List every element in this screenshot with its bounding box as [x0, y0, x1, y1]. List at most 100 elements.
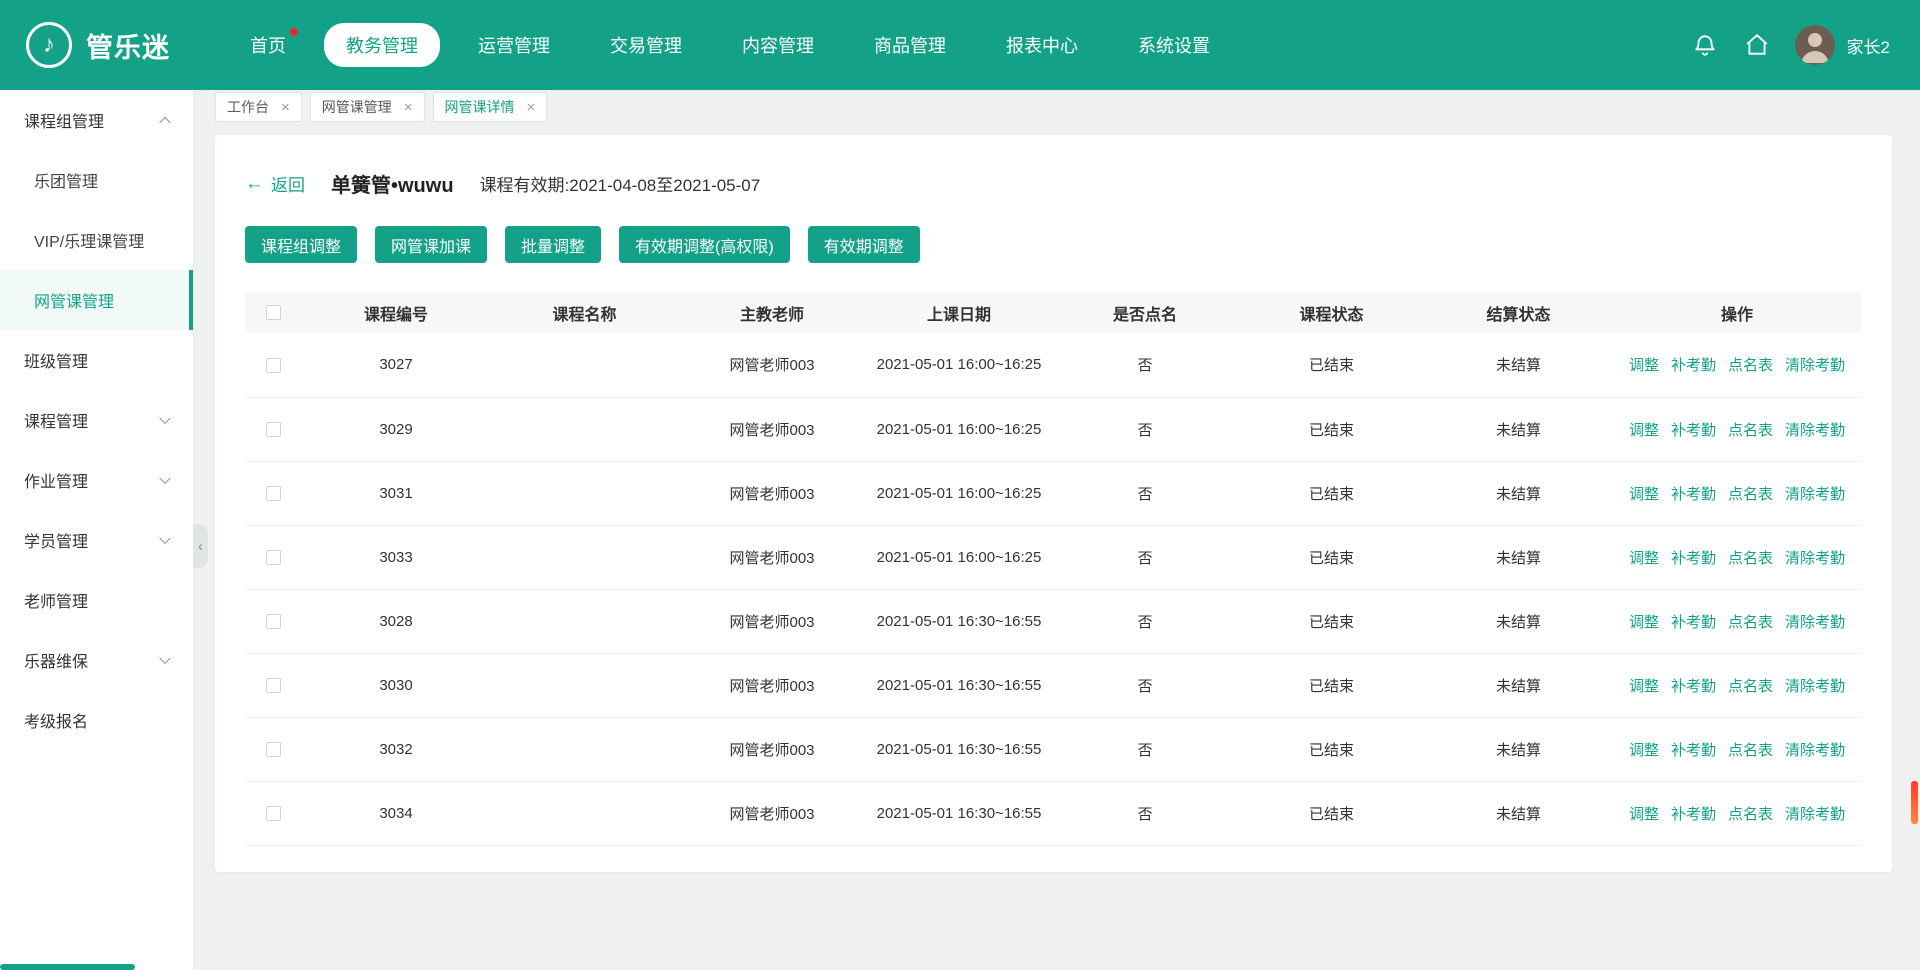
sidebar-item[interactable]: 乐团管理	[0, 150, 193, 210]
cell-teacher: 网管老师003	[678, 589, 866, 653]
select-all-checkbox[interactable]	[266, 305, 281, 320]
row-checkbox[interactable]	[266, 806, 281, 821]
row-action-clear-attendance[interactable]: 清除考勤	[1785, 550, 1845, 567]
row-action-clear-attendance[interactable]: 清除考勤	[1785, 486, 1845, 503]
row-action-makeup-attendance[interactable]: 补考勤	[1671, 357, 1716, 374]
sidebar-item-label: 网管课管理	[34, 288, 114, 312]
row-action-clear-attendance[interactable]: 清除考勤	[1785, 422, 1845, 439]
nav-item[interactable]: 内容管理	[720, 23, 836, 67]
row-checkbox[interactable]	[266, 550, 281, 565]
row-checkbox[interactable]	[266, 614, 281, 629]
row-checkbox-cell	[245, 461, 301, 525]
horizontal-scrollbar-thumb[interactable]	[0, 964, 135, 970]
sidebar-item[interactable]: 老师管理	[0, 570, 193, 630]
row-action-makeup-attendance[interactable]: 补考勤	[1671, 742, 1716, 759]
table-row: 3031网管老师0032021-05-01 16:00~16:25否已结束未结算…	[245, 461, 1862, 525]
back-button[interactable]: ←返回	[245, 171, 305, 196]
username[interactable]: 家长2	[1847, 33, 1890, 58]
sidebar-item[interactable]: 网管课管理	[0, 270, 193, 330]
tab[interactable]: 网管课管理×	[310, 92, 425, 122]
row-actions-cell: 调整补考勤点名表清除考勤	[1612, 589, 1862, 653]
row-action-roll-sheet[interactable]: 点名表	[1728, 486, 1773, 503]
tab-close-icon[interactable]: ×	[281, 100, 290, 115]
cell-teacher: 网管老师003	[678, 717, 866, 781]
row-checkbox[interactable]	[266, 422, 281, 437]
row-action-adjust[interactable]: 调整	[1629, 550, 1659, 567]
toolbar-button[interactable]: 批量调整	[505, 226, 601, 263]
sidebar-item[interactable]: 学员管理	[0, 510, 193, 570]
row-checkbox-cell	[245, 589, 301, 653]
cell-course-name	[491, 461, 678, 525]
vertical-scrollbar-thumb[interactable]	[1911, 781, 1918, 824]
row-action-makeup-attendance[interactable]: 补考勤	[1671, 486, 1716, 503]
cell-class-date: 2021-05-01 16:30~16:55	[866, 589, 1052, 653]
sidebar-item-label: 作业管理	[24, 468, 88, 492]
cell-course-status: 已结束	[1238, 589, 1425, 653]
nav-item[interactable]: 商品管理	[852, 23, 968, 67]
sidebar-item[interactable]: 班级管理	[0, 330, 193, 390]
column-header: 主教老师	[678, 293, 866, 333]
row-action-adjust[interactable]: 调整	[1629, 742, 1659, 759]
collapse-arrow-icon: ‹	[198, 538, 203, 555]
cell-teacher: 网管老师003	[678, 525, 866, 589]
row-action-adjust[interactable]: 调整	[1629, 422, 1659, 439]
chevron-icon	[159, 413, 170, 424]
nav-item[interactable]: 报表中心	[984, 23, 1100, 67]
sidebar-item[interactable]: 作业管理	[0, 450, 193, 510]
sidebar-item[interactable]: 课程组管理	[0, 90, 193, 150]
row-action-makeup-attendance[interactable]: 补考勤	[1671, 678, 1716, 695]
nav-item[interactable]: 系统设置	[1116, 23, 1232, 67]
row-action-clear-attendance[interactable]: 清除考勤	[1785, 678, 1845, 695]
row-checkbox[interactable]	[266, 358, 281, 373]
row-action-makeup-attendance[interactable]: 补考勤	[1671, 614, 1716, 631]
row-action-makeup-attendance[interactable]: 补考勤	[1671, 550, 1716, 567]
toolbar-button[interactable]: 网管课加课	[375, 226, 487, 263]
logo[interactable]: ♪ 管乐迷	[26, 22, 170, 68]
row-action-roll-sheet[interactable]: 点名表	[1728, 678, 1773, 695]
row-actions-cell: 调整补考勤点名表清除考勤	[1612, 717, 1862, 781]
tab-close-icon[interactable]: ×	[404, 100, 413, 115]
row-checkbox[interactable]	[266, 742, 281, 757]
toolbar-button[interactable]: 有效期调整(高权限)	[619, 226, 790, 263]
bell-icon[interactable]	[1691, 31, 1719, 59]
sidebar-item[interactable]: 课程管理	[0, 390, 193, 450]
row-action-makeup-attendance[interactable]: 补考勤	[1671, 422, 1716, 439]
row-action-adjust[interactable]: 调整	[1629, 614, 1659, 631]
sidebar-item[interactable]: VIP/乐理课管理	[0, 210, 193, 270]
row-action-clear-attendance[interactable]: 清除考勤	[1785, 357, 1845, 374]
cell-settlement-status: 未结算	[1425, 397, 1612, 461]
cell-course-status: 已结束	[1238, 333, 1425, 397]
nav-item[interactable]: 教务管理	[324, 23, 440, 67]
row-action-roll-sheet[interactable]: 点名表	[1728, 550, 1773, 567]
row-action-makeup-attendance[interactable]: 补考勤	[1671, 806, 1716, 823]
row-action-roll-sheet[interactable]: 点名表	[1728, 422, 1773, 439]
row-action-clear-attendance[interactable]: 清除考勤	[1785, 614, 1845, 631]
row-action-adjust[interactable]: 调整	[1629, 486, 1659, 503]
row-action-clear-attendance[interactable]: 清除考勤	[1785, 742, 1845, 759]
row-action-adjust[interactable]: 调整	[1629, 357, 1659, 374]
avatar[interactable]	[1795, 25, 1835, 65]
sidebar-item[interactable]: 考级报名	[0, 690, 193, 750]
row-checkbox-cell	[245, 397, 301, 461]
nav-item[interactable]: 交易管理	[588, 23, 704, 67]
toolbar-button[interactable]: 有效期调整	[808, 226, 920, 263]
cell-roll-called: 否	[1052, 397, 1238, 461]
row-action-roll-sheet[interactable]: 点名表	[1728, 614, 1773, 631]
sidebar-collapse-handle[interactable]: ‹	[193, 524, 208, 568]
row-action-roll-sheet[interactable]: 点名表	[1728, 742, 1773, 759]
row-action-roll-sheet[interactable]: 点名表	[1728, 357, 1773, 374]
row-action-adjust[interactable]: 调整	[1629, 806, 1659, 823]
nav-item[interactable]: 运营管理	[456, 23, 572, 67]
row-action-clear-attendance[interactable]: 清除考勤	[1785, 806, 1845, 823]
row-action-adjust[interactable]: 调整	[1629, 678, 1659, 695]
tab[interactable]: 工作台×	[215, 92, 302, 122]
row-checkbox[interactable]	[266, 486, 281, 501]
sidebar-item[interactable]: 乐器维保	[0, 630, 193, 690]
row-checkbox[interactable]	[266, 678, 281, 693]
tab-close-icon[interactable]: ×	[527, 100, 536, 115]
toolbar-button[interactable]: 课程组调整	[245, 226, 357, 263]
row-action-roll-sheet[interactable]: 点名表	[1728, 806, 1773, 823]
tab[interactable]: 网管课详情×	[433, 92, 548, 122]
home-icon[interactable]	[1743, 31, 1771, 59]
nav-item[interactable]: 首页	[228, 23, 308, 67]
